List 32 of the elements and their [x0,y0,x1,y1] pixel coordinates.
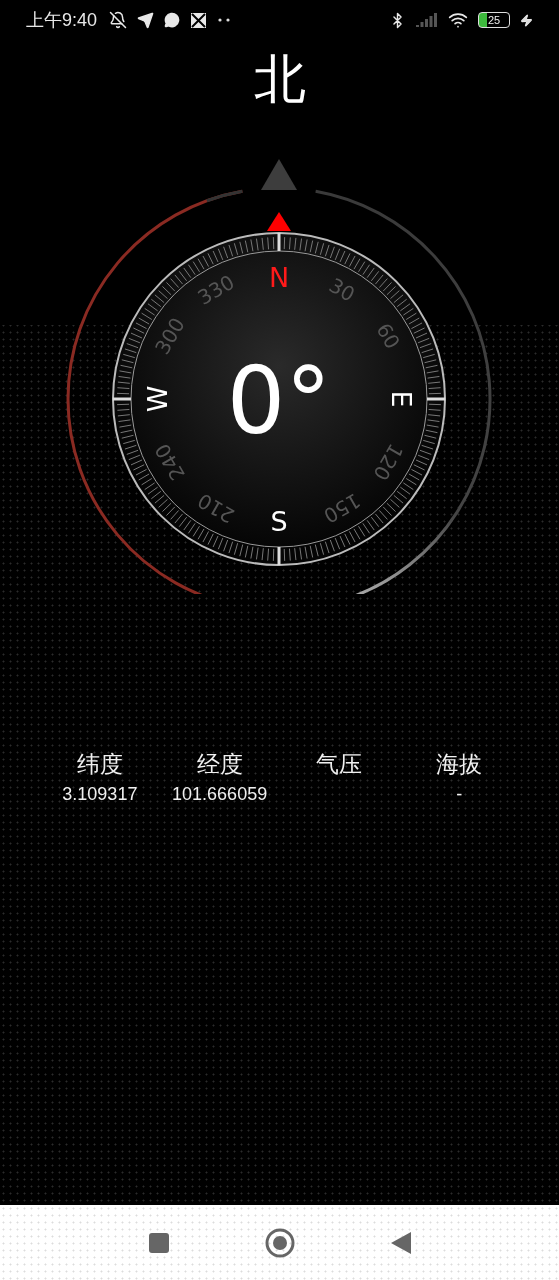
battery-indicator: 25 [478,12,510,28]
degree-label: 30 [324,273,359,307]
direction-title: 北 [253,49,306,109]
degree-reading: 0° [226,347,331,455]
reading-label: 纬度 [76,750,123,779]
degree-label: 150 [318,488,365,529]
recents-button[interactable] [147,1231,170,1254]
muted-bell-icon [109,11,128,29]
clock: 上午9:40 [26,9,98,32]
degree-label: 330 [192,269,239,310]
more-icon [217,18,232,22]
compass-direction: N [268,261,289,293]
back-button[interactable] [389,1230,412,1255]
compass-direction: E [385,390,416,408]
chat-icon [164,12,181,28]
send-icon [137,11,155,29]
app-icon [190,11,208,29]
pointer-icon [260,159,297,190]
degree-label: 60 [370,319,405,353]
compass-direction: S [269,505,288,537]
home-button[interactable] [264,1227,295,1258]
wifi-icon [448,10,468,30]
reading-label: 经度 [196,750,243,779]
reading-label: 气压 [316,750,363,779]
reading-value: - [456,784,463,805]
signal-icon [416,13,438,27]
degree-label: 210 [192,488,239,529]
reading-label: 海拔 [436,750,483,779]
compass-direction: W [141,385,172,413]
reading-value: 101.666059 [172,784,268,805]
reading-value: 3.109317 [62,784,138,805]
charging-icon [520,13,533,27]
